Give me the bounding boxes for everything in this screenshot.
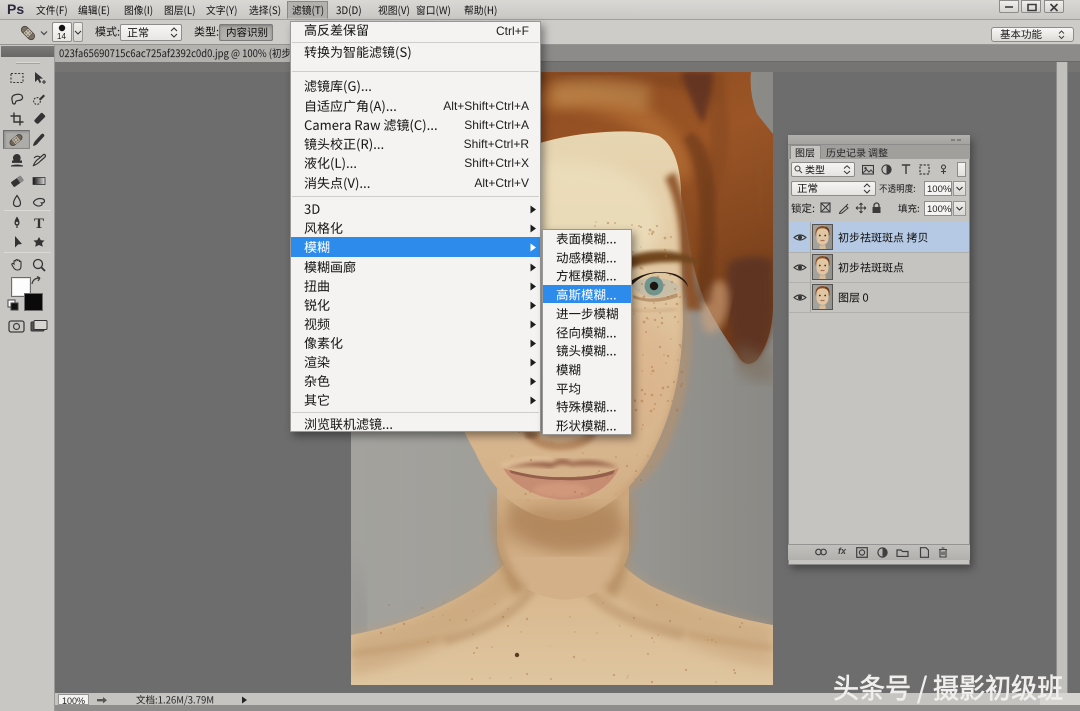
svg-text:T: T [34,216,44,231]
